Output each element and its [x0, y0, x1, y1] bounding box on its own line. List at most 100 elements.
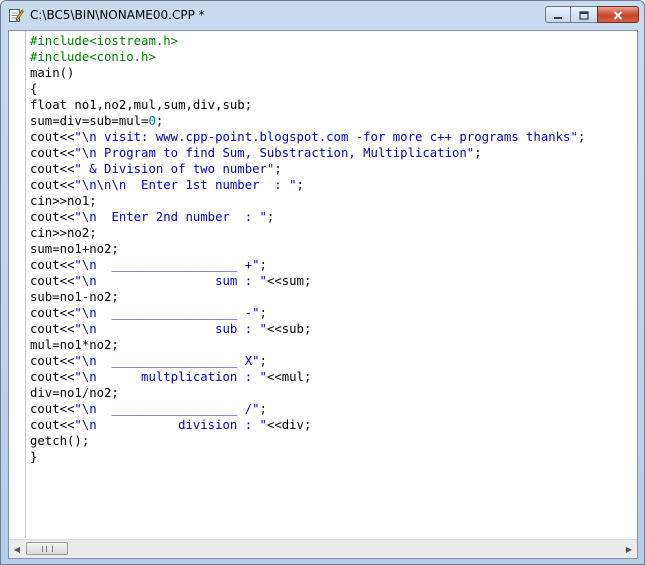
code-token: <<sub; — [266, 322, 312, 336]
code-token: sum=div=sub=mul= — [30, 114, 149, 128]
close-icon — [613, 5, 623, 24]
code-token: ; — [259, 354, 267, 368]
code-line: { — [30, 81, 585, 97]
code-token: cout<< — [30, 130, 75, 144]
code-token: "\n sub : " — [74, 322, 267, 336]
horizontal-scrollbar[interactable]: ◀ ▶ — [9, 539, 637, 558]
scroll-thumb[interactable] — [26, 542, 68, 555]
code-line: cout<<"\n division : "<<div; — [30, 417, 585, 433]
code-token: "\n _________________ -" — [74, 306, 260, 320]
code-line: cout<<"\n Enter 2nd number : "; — [30, 209, 585, 225]
code-token: sum=no1+no2; — [30, 242, 119, 256]
editor-window: C:\BC5\BIN\NONAME00.CPP * #include<iostr… — [0, 0, 645, 565]
minimize-button[interactable] — [545, 6, 571, 23]
code-token: ; — [296, 178, 304, 192]
code-line: #include<conio.h> — [30, 49, 585, 65]
code-token: "\n multplication : " — [74, 370, 267, 384]
document-edit-icon — [8, 7, 25, 23]
code-line: getch(); — [30, 433, 585, 449]
code-line: cout<<"\n visit: www.cpp-point.blogspot.… — [30, 129, 585, 145]
editor-area[interactable]: #include<iostream.h> #include<conio.h> mai… — [8, 30, 638, 559]
code-line: cin>>no1; — [30, 193, 585, 209]
editor-gutter — [9, 31, 26, 538]
code-token: ; — [259, 306, 267, 320]
code-token: div=no1/no2; — [30, 386, 119, 400]
code-token: "\n\n\n Enter 1st number : " — [74, 178, 297, 192]
code-line: cout<<"\n Program to find Sum, Substract… — [30, 145, 585, 161]
code-token: cin>>no2; — [30, 226, 97, 240]
code-token: "\n sum : " — [74, 274, 267, 288]
code-token: cout<< — [30, 162, 75, 176]
maximize-icon — [579, 5, 589, 24]
code-line: cout<<"\n _________________ X"; — [30, 353, 585, 369]
code-text[interactable]: #include<iostream.h> #include<conio.h> mai… — [30, 33, 585, 465]
code-token: "\n Program to find Sum, Substraction, M… — [74, 146, 475, 160]
code-token: "\n Enter 2nd number : " — [74, 210, 267, 224]
code-token: cout<< — [30, 354, 75, 368]
code-line: sub=no1-no2; — [30, 289, 585, 305]
minimize-icon — [553, 5, 563, 24]
window-controls — [545, 6, 639, 24]
code-token: cout<< — [30, 418, 75, 432]
code-token: "\n _________________ +" — [74, 258, 260, 272]
code-token: cin>>no1; — [30, 194, 97, 208]
code-token: <<sum; — [266, 274, 312, 288]
code-token: cout<< — [30, 306, 75, 320]
code-token: #include<iostream.h> — [30, 34, 179, 48]
code-line: cout<<"\n sub : "<<sub; — [30, 321, 585, 337]
code-token: " & Division of two number" — [74, 162, 275, 176]
code-token: "\n visit: www.cpp-point.blogspot.com -f… — [74, 130, 578, 144]
code-token: cout<< — [30, 258, 75, 272]
code-token: { — [30, 82, 38, 96]
code-line: sum=div=sub=mul=0; — [30, 113, 585, 129]
code-token: sub=no1-no2; — [30, 290, 119, 304]
code-token: <<mul; — [266, 370, 312, 384]
title-bar[interactable]: C:\BC5\BIN\NONAME00.CPP * — [1, 1, 644, 31]
code-token: "\n _________________ /" — [74, 402, 260, 416]
code-token: cout<< — [30, 322, 75, 336]
code-token: cout<< — [30, 146, 75, 160]
code-line: cout<<"\n _________________ +"; — [30, 257, 585, 273]
scroll-right-arrow[interactable]: ▶ — [621, 540, 637, 558]
code-token: ; — [259, 258, 267, 272]
code-line: float no1,no2,mul,sum,div,sub; — [30, 97, 585, 113]
code-token: getch(); — [30, 434, 90, 448]
code-token: "\n division : " — [74, 418, 267, 432]
code-line: main() — [30, 65, 585, 81]
code-token: <<div; — [266, 418, 312, 432]
code-token: cout<< — [30, 210, 75, 224]
code-line: cout<<" & Division of two number"; — [30, 161, 585, 177]
code-token: ; — [155, 114, 164, 128]
code-token: #include<conio.h> — [30, 50, 156, 64]
code-line: mul=no1*no2; — [30, 337, 585, 353]
code-token: } — [30, 450, 38, 464]
code-line: cout<<"\n sum : "<<sum; — [30, 273, 585, 289]
code-token: ; — [266, 210, 275, 224]
grip-icon — [41, 545, 53, 552]
code-token: float no1,no2,mul,sum,div,sub; — [30, 98, 253, 112]
window-title: C:\BC5\BIN\NONAME00.CPP * — [30, 8, 205, 22]
code-token: cout<< — [30, 274, 75, 288]
close-button[interactable] — [597, 6, 639, 23]
code-token: main() — [30, 66, 75, 80]
code-line: cout<<"\n multplication : "<<mul; — [30, 369, 585, 385]
code-line: sum=no1+no2; — [30, 241, 585, 257]
code-token: ; — [577, 130, 586, 144]
code-token: cout<< — [30, 178, 75, 192]
code-token: ; — [474, 146, 482, 160]
code-token: mul=no1*no2; — [30, 338, 119, 352]
code-line: #include<iostream.h> — [30, 33, 585, 49]
code-token: ; — [259, 402, 267, 416]
code-line: cin>>no2; — [30, 225, 585, 241]
code-token: cout<< — [30, 370, 75, 384]
code-token: cout<< — [30, 402, 75, 416]
maximize-button[interactable] — [571, 6, 597, 23]
code-token: 0 — [148, 114, 156, 128]
code-token: "\n _________________ X" — [74, 354, 260, 368]
code-line: cout<<"\n _________________ /"; — [30, 401, 585, 417]
code-line: } — [30, 449, 585, 465]
code-line: cout<<"\n _________________ -"; — [30, 305, 585, 321]
scroll-left-arrow[interactable]: ◀ — [9, 540, 25, 558]
code-line: cout<<"\n\n\n Enter 1st number : "; — [30, 177, 585, 193]
code-token: ; — [274, 162, 282, 176]
